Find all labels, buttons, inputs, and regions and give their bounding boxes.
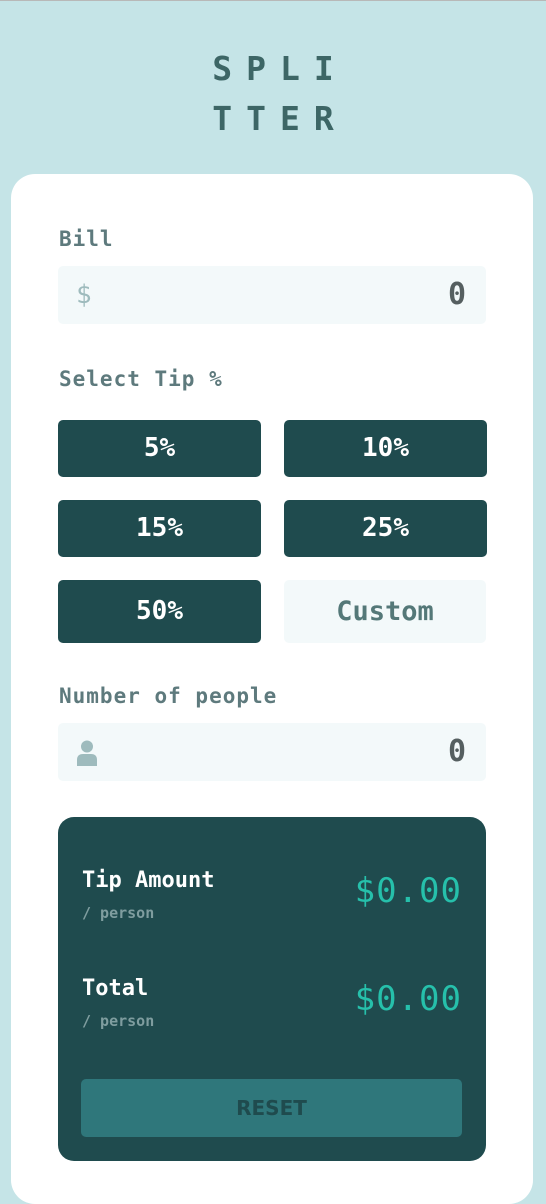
logo-line-1: SPLI xyxy=(212,49,348,88)
logo-line-2: TTER xyxy=(212,99,348,138)
tip-button-50[interactable]: 50% xyxy=(58,580,261,643)
people-value: 0 xyxy=(447,734,466,769)
total-title: Total xyxy=(82,976,149,1001)
total-value: $0.00 xyxy=(354,979,462,1019)
tip-button-15[interactable]: 15% xyxy=(58,500,261,557)
person-icon xyxy=(77,740,97,766)
select-tip-label: Select Tip % xyxy=(59,367,223,391)
total-sub: / person xyxy=(82,1012,155,1030)
bill-value: 0 xyxy=(447,277,466,312)
tip-amount-value: $0.00 xyxy=(354,871,462,911)
bill-input[interactable]: $ 0 xyxy=(58,266,486,324)
reset-button[interactable]: RESET xyxy=(81,1079,462,1137)
tip-button-10[interactable]: 10% xyxy=(284,420,487,477)
results-panel: Tip Amount / person $0.00 Total / person… xyxy=(58,817,486,1161)
tip-button-5[interactable]: 5% xyxy=(58,420,261,477)
tip-amount-sub: / person xyxy=(82,904,155,922)
number-of-people-label: Number of people xyxy=(59,684,278,708)
bill-label: Bill xyxy=(59,227,114,251)
top-border xyxy=(0,0,546,1)
calculator-card: Bill $ 0 Select Tip % 5% 10% 15% 25% 50%… xyxy=(11,174,533,1204)
tip-amount-title: Tip Amount xyxy=(82,868,215,893)
people-input[interactable]: 0 xyxy=(58,723,486,781)
tip-button-25[interactable]: 25% xyxy=(284,500,487,557)
dollar-icon: $ xyxy=(76,280,92,310)
app-logo: SPLI TTER xyxy=(0,44,546,144)
custom-tip-input[interactable]: Custom xyxy=(284,580,486,643)
